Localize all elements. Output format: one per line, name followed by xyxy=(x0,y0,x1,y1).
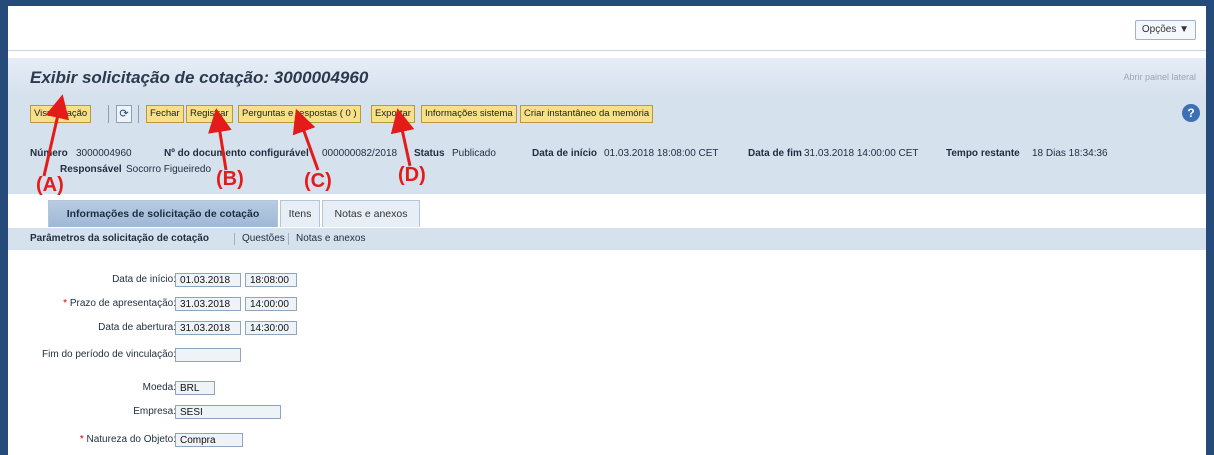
annotation-label-a: (A) xyxy=(36,174,64,196)
annotation-arrows xyxy=(42,94,415,177)
annotation-label-d: (D) xyxy=(398,164,426,186)
annotation-arrow-c xyxy=(292,108,320,171)
annotation-arrow-d xyxy=(390,108,415,167)
annotation-arrow-a xyxy=(42,94,70,177)
annotation-label-c: (C) xyxy=(304,170,332,192)
annotation-arrow-b xyxy=(208,108,232,171)
annotation-label-b: (B) xyxy=(216,168,244,190)
